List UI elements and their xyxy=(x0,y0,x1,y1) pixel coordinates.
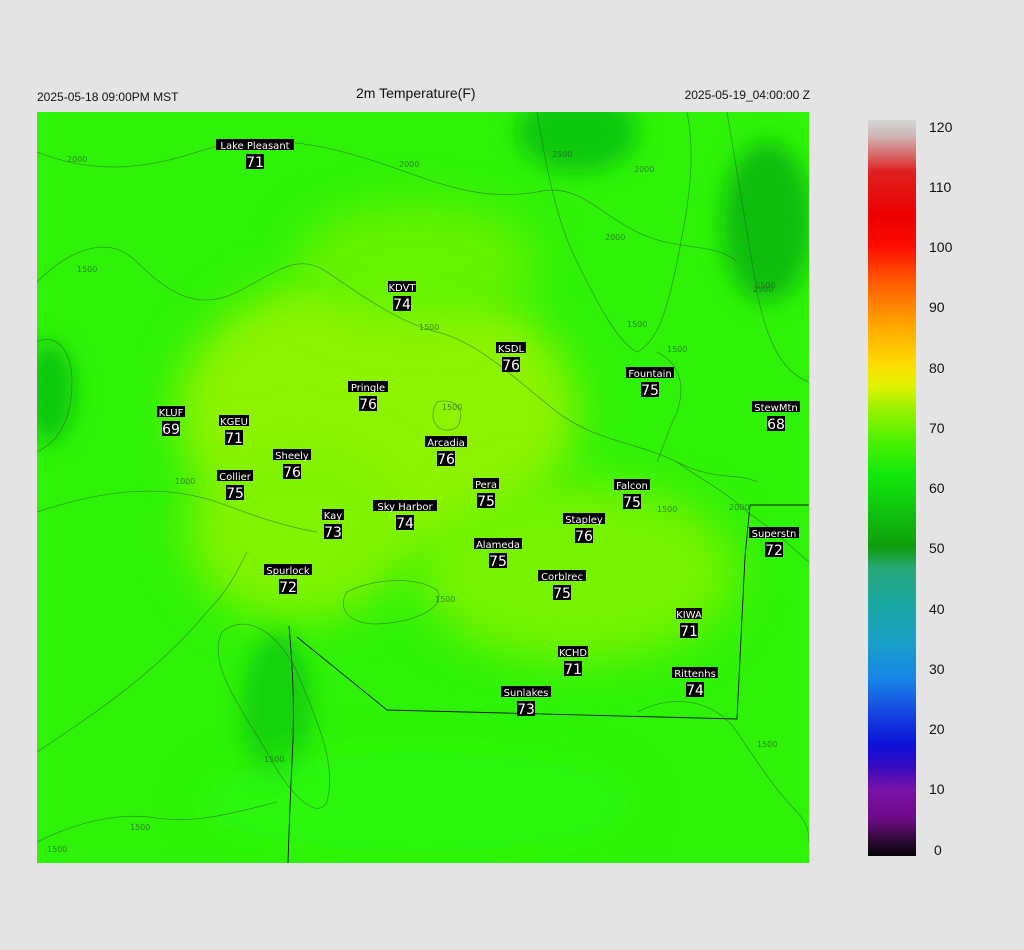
svg-text:Rittenhs: Rittenhs xyxy=(674,669,716,680)
svg-text:Sky Harbor: Sky Harbor xyxy=(377,502,433,513)
svg-text:Collier: Collier xyxy=(219,472,252,483)
svg-text:71: 71 xyxy=(680,624,698,640)
svg-text:71: 71 xyxy=(246,155,264,171)
svg-text:KGEU: KGEU xyxy=(220,417,248,428)
svg-text:Fountain: Fountain xyxy=(628,369,671,380)
colorbar-tick-label: 30 xyxy=(929,661,945,677)
svg-text:75: 75 xyxy=(477,494,495,510)
contour-label: 1500 xyxy=(442,403,462,412)
svg-text:76: 76 xyxy=(437,452,455,468)
svg-text:74: 74 xyxy=(686,683,704,699)
svg-text:Corblrec: Corblrec xyxy=(541,572,583,583)
contour-label: 2500 xyxy=(552,150,572,159)
map-title: 2m Temperature(F) xyxy=(356,85,476,101)
svg-text:Sunlakes: Sunlakes xyxy=(504,688,549,699)
svg-text:StewMtn: StewMtn xyxy=(754,403,798,414)
svg-text:KDVT: KDVT xyxy=(388,283,416,294)
svg-text:75: 75 xyxy=(489,554,507,570)
svg-text:KSDL: KSDL xyxy=(498,344,525,355)
temperature-colorbar xyxy=(868,120,916,856)
colorbar-tick-label: 90 xyxy=(929,299,945,315)
svg-text:Kay: Kay xyxy=(324,511,343,522)
svg-text:KCHD: KCHD xyxy=(559,648,588,659)
svg-text:Sheely: Sheely xyxy=(275,451,309,462)
contour-label: 2500 xyxy=(755,281,775,290)
svg-text:KLUF: KLUF xyxy=(159,408,184,419)
contour-label: 2000 xyxy=(67,155,87,164)
svg-text:76: 76 xyxy=(575,529,593,545)
contour-label: 2000 xyxy=(729,503,749,512)
svg-text:Pera: Pera xyxy=(475,480,497,491)
svg-text:Lake Pleasant: Lake Pleasant xyxy=(220,141,289,152)
svg-text:76: 76 xyxy=(283,465,301,481)
contour-label: 1500 xyxy=(77,265,97,274)
svg-text:Spurlock: Spurlock xyxy=(266,566,310,577)
svg-text:75: 75 xyxy=(641,383,659,399)
contour-label: 2000 xyxy=(634,165,654,174)
svg-text:76: 76 xyxy=(359,397,377,413)
warm-north xyxy=(297,202,537,322)
contour-label: 1500 xyxy=(627,320,647,329)
contour-label: 1500 xyxy=(657,505,677,514)
colorbar-tick-label: 40 xyxy=(929,601,945,617)
colorbar-tick-label: 50 xyxy=(929,540,945,556)
svg-text:Pringle: Pringle xyxy=(351,383,385,394)
field-south xyxy=(197,752,637,852)
colorbar-tick-label: 110 xyxy=(929,179,952,195)
svg-text:75: 75 xyxy=(553,586,571,602)
svg-text:Falcon: Falcon xyxy=(616,481,648,492)
svg-text:76: 76 xyxy=(502,358,520,374)
contour-label: 2000 xyxy=(605,233,625,242)
svg-text:72: 72 xyxy=(279,580,297,596)
colorbar-tick-label: 100 xyxy=(929,239,953,255)
svg-text:Alameda: Alameda xyxy=(476,540,520,551)
colorbar-tick-label: 20 xyxy=(929,721,945,737)
svg-text:74: 74 xyxy=(396,516,414,532)
cool-peak-northeast xyxy=(722,142,809,302)
contour-label: 2000 xyxy=(399,160,419,169)
svg-text:Arcadia: Arcadia xyxy=(427,438,465,449)
svg-text:Superstn: Superstn xyxy=(752,529,797,540)
colorbar-tick-label: 10 xyxy=(929,781,945,797)
colorbar-tick-label: 60 xyxy=(929,480,945,496)
contour-label: 1500 xyxy=(130,823,150,832)
contour-label: 1000 xyxy=(175,477,195,486)
svg-text:72: 72 xyxy=(765,543,783,559)
colorbar-tick-label: 80 xyxy=(929,360,945,376)
svg-text:68: 68 xyxy=(767,417,785,433)
contour-label: 1500 xyxy=(419,323,439,332)
svg-text:73: 73 xyxy=(324,525,342,541)
svg-text:73: 73 xyxy=(517,702,535,718)
svg-text:75: 75 xyxy=(623,495,641,511)
contour-label: 1500 xyxy=(667,345,687,354)
svg-text:Stapley: Stapley xyxy=(565,515,603,526)
temperature-map: 2000 2500 2000 2000 2000 1500 1500 1500 … xyxy=(37,112,809,863)
valid-time-local: 2025-05-18 09:00PM MST xyxy=(37,90,179,104)
station-kay[interactable]: Kay 73 xyxy=(322,509,344,541)
svg-text:71: 71 xyxy=(225,431,243,447)
contour-label: 1500 xyxy=(264,755,284,764)
colorbar-gradient xyxy=(868,120,916,856)
colorbar-tick-label: 0 xyxy=(934,842,942,858)
contour-label: 1500 xyxy=(47,845,67,854)
svg-text:69: 69 xyxy=(162,422,180,438)
contour-label: 1500 xyxy=(757,740,777,749)
svg-text:74: 74 xyxy=(393,297,411,313)
valid-time-utc: 2025-05-19_04:00:00 Z xyxy=(684,88,810,102)
svg-text:71: 71 xyxy=(564,662,582,678)
svg-text:KIWA: KIWA xyxy=(676,610,702,621)
svg-text:75: 75 xyxy=(226,486,244,502)
contour-label: 1500 xyxy=(435,595,455,604)
colorbar-tick-label: 70 xyxy=(929,420,945,436)
colorbar-tick-label: 120 xyxy=(929,119,953,135)
